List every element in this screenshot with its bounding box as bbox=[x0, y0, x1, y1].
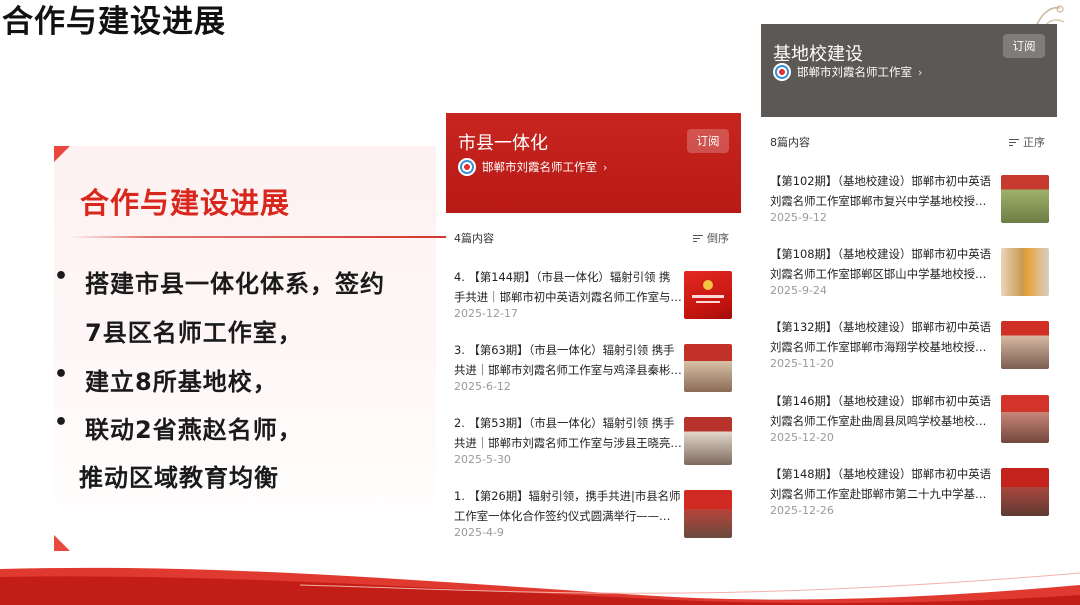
article-title-line: 2. 【第53期】（市县一体化）辐射引领 携手 bbox=[454, 416, 675, 430]
sort-icon bbox=[693, 234, 703, 243]
list-item[interactable]: 【第102期】（基地校建设）邯郸市初中英语 刘霞名师工作室邯郸市复兴中学基地校授… bbox=[770, 171, 1002, 231]
article-thumbnail bbox=[684, 490, 732, 538]
subscribe-button[interactable]: 订阅 bbox=[687, 129, 729, 153]
article-date: 2025-9-24 bbox=[770, 284, 827, 297]
sort-toggle[interactable]: 正序 bbox=[1009, 134, 1045, 150]
article-count: 4篇内容 bbox=[454, 232, 494, 245]
summary-line-2: 7县区名师工作室， bbox=[85, 319, 303, 347]
panel-title: 市县一体化 bbox=[458, 133, 548, 154]
article-title-line: 【第108期】（基地校建设）邯郸市初中英语 bbox=[770, 247, 992, 261]
summary-line-3: 建立8所基地校， bbox=[85, 368, 278, 396]
summary-line-5: 推动区域教育均衡 bbox=[79, 464, 279, 492]
article-title-line: 共进｜邯郸市刘霞名师工作室与鸡泽县秦彬… bbox=[454, 363, 682, 377]
article-thumbnail bbox=[684, 417, 732, 465]
studio-link[interactable]: 邯郸市刘霞名师工作室 › bbox=[458, 158, 607, 176]
article-title-line: 刘霞名师工作室邯郸市复兴中学基地校授… bbox=[770, 194, 987, 208]
card-corner-top bbox=[54, 146, 70, 162]
article-thumbnail bbox=[1001, 321, 1049, 369]
article-title-line: 1. 【第26期】辐射引领，携手共进|市县名师 bbox=[454, 489, 681, 503]
article-title-line: 3. 【第63期】（市县一体化）辐射引领 携手 bbox=[454, 343, 675, 357]
subscribe-button[interactable]: 订阅 bbox=[1003, 34, 1045, 58]
summary-line-1: 搭建市县一体化体系，签约 bbox=[85, 270, 385, 298]
list-item[interactable]: 4. 【第144期】（市县一体化）辐射引领 携 手共进｜邯郸市初中英语刘霞名师工… bbox=[454, 267, 684, 327]
bottom-wave-decoration bbox=[0, 567, 1080, 605]
list-item[interactable]: 【第146期】（基地校建设）邯郸市初中英语 刘霞名师工作室赴曲周县凤鸣学校基地校… bbox=[770, 391, 1002, 451]
article-thumbnail bbox=[1001, 175, 1049, 223]
avatar-logo-icon bbox=[773, 63, 791, 81]
article-title-line: 【第132期】（基地校建设）邯郸市初中英语 bbox=[770, 320, 992, 334]
article-title-line: 手共进｜邯郸市初中英语刘霞名师工作室与… bbox=[454, 290, 682, 304]
list-item[interactable]: 2. 【第53期】（市县一体化）辐射引领 携手 共进｜邯郸市刘霞名师工作室与涉县… bbox=[454, 413, 684, 473]
card-divider bbox=[70, 236, 448, 238]
sort-label: 倒序 bbox=[707, 232, 729, 245]
avatar-logo-icon bbox=[458, 158, 476, 176]
chevron-right-icon: › bbox=[603, 160, 608, 174]
card-heading: 合作与建设进展 bbox=[80, 186, 291, 220]
article-date: 2025-11-20 bbox=[770, 357, 834, 370]
base-school-panel: 基地校建设 邯郸市刘霞名师工作室 › 订阅 8篇内容 正序 【第102期】（基地… bbox=[761, 24, 1057, 551]
sort-icon bbox=[1009, 138, 1019, 147]
article-title-line: 刘霞名师工作室邯郸市海翔学校基地校授… bbox=[770, 340, 987, 354]
article-date: 2025-12-20 bbox=[770, 431, 834, 444]
article-thumbnail bbox=[1001, 468, 1049, 516]
article-date: 2025-12-17 bbox=[454, 307, 518, 320]
article-title-line: 共进｜邯郸市刘霞名师工作室与涉县王晓亮… bbox=[454, 436, 682, 450]
article-thumbnail bbox=[1001, 395, 1049, 443]
card-corner-bottom bbox=[54, 535, 70, 551]
article-thumbnail bbox=[1001, 248, 1049, 296]
article-date: 2025-12-26 bbox=[770, 504, 834, 517]
sort-label: 正序 bbox=[1023, 136, 1045, 149]
bullet-1: • bbox=[54, 264, 69, 289]
county-integration-panel: 市县一体化 邯郸市刘霞名师工作室 › 订阅 4篇内容 倒序 4. 【第144期】… bbox=[446, 113, 741, 550]
article-date: 2025-5-30 bbox=[454, 453, 511, 466]
list-item[interactable]: 【第132期】（基地校建设）邯郸市初中英语 刘霞名师工作室邯郸市海翔学校基地校授… bbox=[770, 317, 1002, 377]
list-item[interactable]: 1. 【第26期】辐射引领，携手共进|市县名师 工作室一体化合作签约仪式圆满举行… bbox=[454, 486, 684, 546]
article-title-line: 【第146期】（基地校建设）邯郸市初中英语 bbox=[770, 394, 992, 408]
list-item[interactable]: 【第148期】（基地校建设）邯郸市初中英语 刘霞名师工作室赴邯郸市第二十九中学基… bbox=[770, 464, 1002, 524]
list-item[interactable]: 3. 【第63期】（市县一体化）辐射引领 携手 共进｜邯郸市刘霞名师工作室与鸡泽… bbox=[454, 340, 684, 400]
article-title-line: 刘霞名师工作室赴曲周县凤鸣学校基地校… bbox=[770, 414, 987, 428]
article-title-line: 工作室一体化合作签约仪式圆满举行——… bbox=[454, 509, 671, 523]
studio-link[interactable]: 邯郸市刘霞名师工作室 › bbox=[773, 63, 922, 81]
article-date: 2025-4-9 bbox=[454, 526, 504, 539]
article-date: 2025-6-12 bbox=[454, 380, 511, 393]
article-thumbnail bbox=[684, 344, 732, 392]
summary-line-4: 联动2省燕赵名师， bbox=[85, 416, 303, 444]
bullet-3: • bbox=[54, 410, 69, 435]
article-thumbnail bbox=[684, 271, 732, 319]
studio-name: 邯郸市刘霞名师工作室 bbox=[797, 65, 912, 79]
article-title-line: 刘霞名师工作室邯郸区邯山中学基地校授… bbox=[770, 267, 987, 281]
page-title: 合作与建设进展 bbox=[2, 4, 226, 40]
article-title-line: 4. 【第144期】（市县一体化）辐射引领 携 bbox=[454, 270, 671, 284]
article-count: 8篇内容 bbox=[770, 136, 810, 149]
article-date: 2025-9-12 bbox=[770, 211, 827, 224]
bullet-2: • bbox=[54, 362, 69, 387]
studio-name: 邯郸市刘霞名师工作室 bbox=[482, 160, 597, 174]
article-title-line: 刘霞名师工作室赴邯郸市第二十九中学基… bbox=[770, 487, 987, 501]
sort-toggle[interactable]: 倒序 bbox=[693, 230, 729, 246]
panel-header: 基地校建设 邯郸市刘霞名师工作室 › 订阅 bbox=[761, 24, 1057, 117]
panel-header: 市县一体化 邯郸市刘霞名师工作室 › 订阅 bbox=[446, 113, 741, 213]
chevron-right-icon: › bbox=[918, 65, 923, 79]
list-item[interactable]: 【第108期】（基地校建设）邯郸市初中英语 刘霞名师工作室邯郸区邯山中学基地校授… bbox=[770, 244, 1002, 304]
article-title-line: 【第148期】（基地校建设）邯郸市初中英语 bbox=[770, 467, 992, 481]
article-title-line: 【第102期】（基地校建设）邯郸市初中英语 bbox=[770, 174, 992, 188]
